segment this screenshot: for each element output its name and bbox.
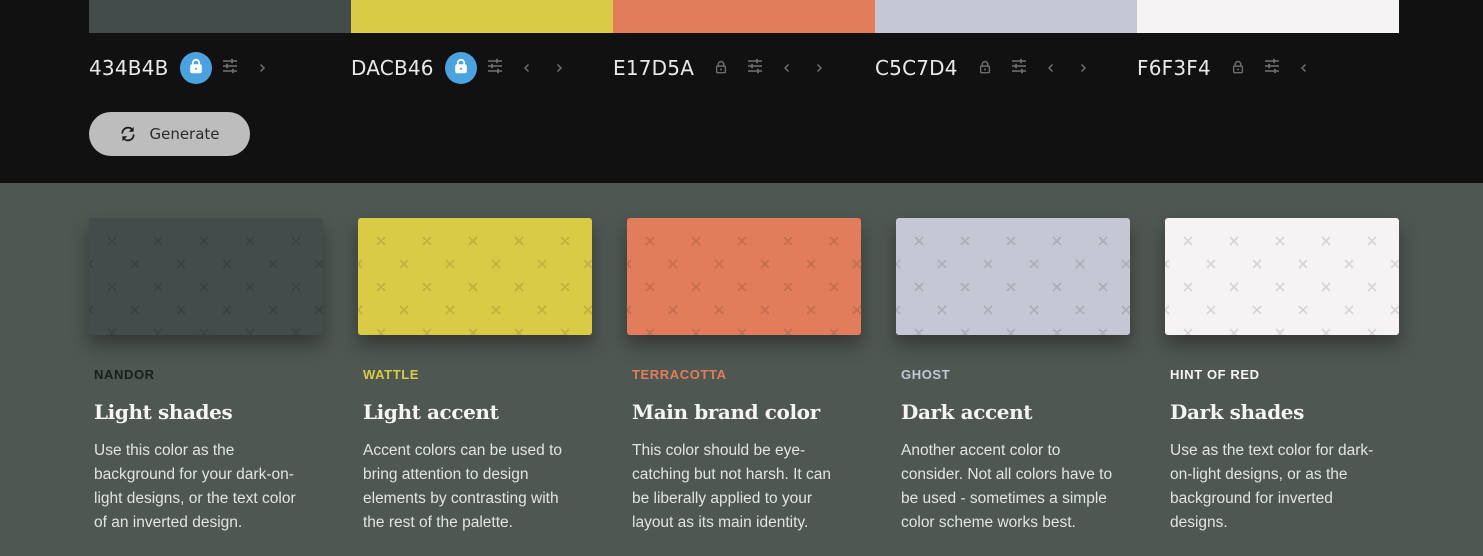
refresh-icon (121, 126, 135, 142)
lock-icon (978, 59, 992, 78)
chevron-right-icon (256, 59, 268, 78)
color-role-description: Use this color as the background for you… (94, 442, 296, 531)
color-control: E17D5A (613, 48, 875, 88)
top-panel: 434B4B DACB46 E17D5A C5C7D4 F6F3F4 Gener… (0, 0, 1483, 183)
palette-swatch[interactable] (351, 0, 613, 33)
color-role-title: Dark accent (901, 400, 1033, 424)
color-control: C5C7D4 (875, 48, 1137, 88)
chevron-right-icon (813, 59, 825, 78)
color-name: HINT OF RED (1170, 367, 1260, 382)
color-name: GHOST (901, 367, 951, 382)
color-control: F6F3F4 (1137, 48, 1399, 88)
chevron-left-icon (521, 59, 533, 78)
color-tile[interactable] (358, 218, 592, 335)
hex-code[interactable]: DACB46 (351, 56, 434, 80)
lock-button[interactable] (705, 52, 737, 84)
color-role-description: Another accent color to consider. Not al… (901, 442, 1113, 531)
palette-swatch[interactable] (613, 0, 875, 33)
color-card: TERRACOTTA Main brand color This color s… (627, 218, 861, 535)
hex-code[interactable]: F6F3F4 (1137, 56, 1211, 80)
adjust-button[interactable] (1003, 52, 1035, 84)
palette-controls: 434B4B DACB46 E17D5A C5C7D4 F6F3F4 (89, 48, 1399, 88)
move-right-button[interactable] (246, 52, 278, 84)
move-right-button[interactable] (1067, 52, 1099, 84)
sliders-icon (1263, 57, 1281, 79)
pattern-overlay (358, 236, 592, 335)
palette-swatch[interactable] (89, 0, 351, 33)
color-role-description: This color should be eye-catching but no… (632, 442, 832, 531)
chevron-right-icon (1077, 59, 1089, 78)
color-name: WATTLE (363, 367, 420, 382)
color-name: NANDOR (94, 367, 155, 382)
color-control: DACB46 (351, 48, 613, 88)
hex-code[interactable]: C5C7D4 (875, 56, 958, 80)
sliders-icon (486, 57, 504, 79)
move-left-button[interactable] (511, 52, 543, 84)
color-card: NANDOR Light shades Use this color as th… (89, 218, 323, 535)
pattern-overlay (627, 236, 861, 335)
sliders-icon (1010, 57, 1028, 79)
move-right-button[interactable] (803, 52, 835, 84)
lock-icon (453, 58, 469, 78)
palette-strip (89, 0, 1399, 33)
pattern-overlay (1165, 236, 1399, 335)
color-card: GHOST Dark accent Another accent color t… (896, 218, 1130, 535)
generate-button[interactable]: Generate (89, 112, 250, 156)
palette-swatch[interactable] (875, 0, 1137, 33)
adjust-button[interactable] (479, 52, 511, 84)
palette-swatch[interactable] (1137, 0, 1399, 33)
color-role-description: Accent colors can be used to bring atten… (363, 442, 563, 531)
color-card: WATTLE Light accent Accent colors can be… (358, 218, 592, 535)
chevron-left-icon (1298, 59, 1310, 78)
adjust-button[interactable] (214, 52, 246, 84)
color-role-title: Light shades (94, 400, 233, 424)
move-right-button[interactable] (543, 52, 575, 84)
lock-button[interactable] (969, 52, 1001, 84)
move-left-button[interactable] (1288, 52, 1320, 84)
color-tile[interactable] (89, 218, 323, 335)
adjust-button[interactable] (739, 52, 771, 84)
lock-button[interactable] (179, 52, 212, 84)
color-name: TERRACOTTA (632, 367, 727, 382)
color-role-title: Main brand color (632, 400, 820, 424)
color-role-title: Light accent (363, 400, 499, 424)
color-control: 434B4B (89, 48, 351, 88)
sliders-icon (746, 57, 764, 79)
lock-button[interactable] (444, 52, 477, 84)
move-left-button[interactable] (771, 52, 803, 84)
pattern-overlay (896, 236, 1130, 335)
lock-icon (188, 58, 204, 78)
color-role-description: Use as the text color for dark-on-light … (1170, 442, 1374, 531)
chevron-left-icon (1045, 59, 1057, 78)
chevron-right-icon (553, 59, 565, 78)
chevron-left-icon (781, 59, 793, 78)
move-left-button[interactable] (1035, 52, 1067, 84)
hex-code[interactable]: 434B4B (89, 56, 169, 80)
generate-label: Generate (149, 125, 220, 143)
color-tile[interactable] (1165, 218, 1399, 335)
adjust-button[interactable] (1256, 52, 1288, 84)
color-tile[interactable] (896, 218, 1130, 335)
pattern-overlay (89, 236, 323, 335)
color-role-title: Dark shades (1170, 400, 1304, 424)
sliders-icon (221, 57, 239, 79)
lock-icon (714, 59, 728, 78)
lock-icon (1231, 59, 1245, 78)
lock-button[interactable] (1222, 52, 1254, 84)
color-tile[interactable] (627, 218, 861, 335)
color-cards: NANDOR Light shades Use this color as th… (89, 218, 1399, 535)
hex-code[interactable]: E17D5A (613, 56, 694, 80)
color-card: HINT OF RED Dark shades Use as the text … (1165, 218, 1399, 535)
